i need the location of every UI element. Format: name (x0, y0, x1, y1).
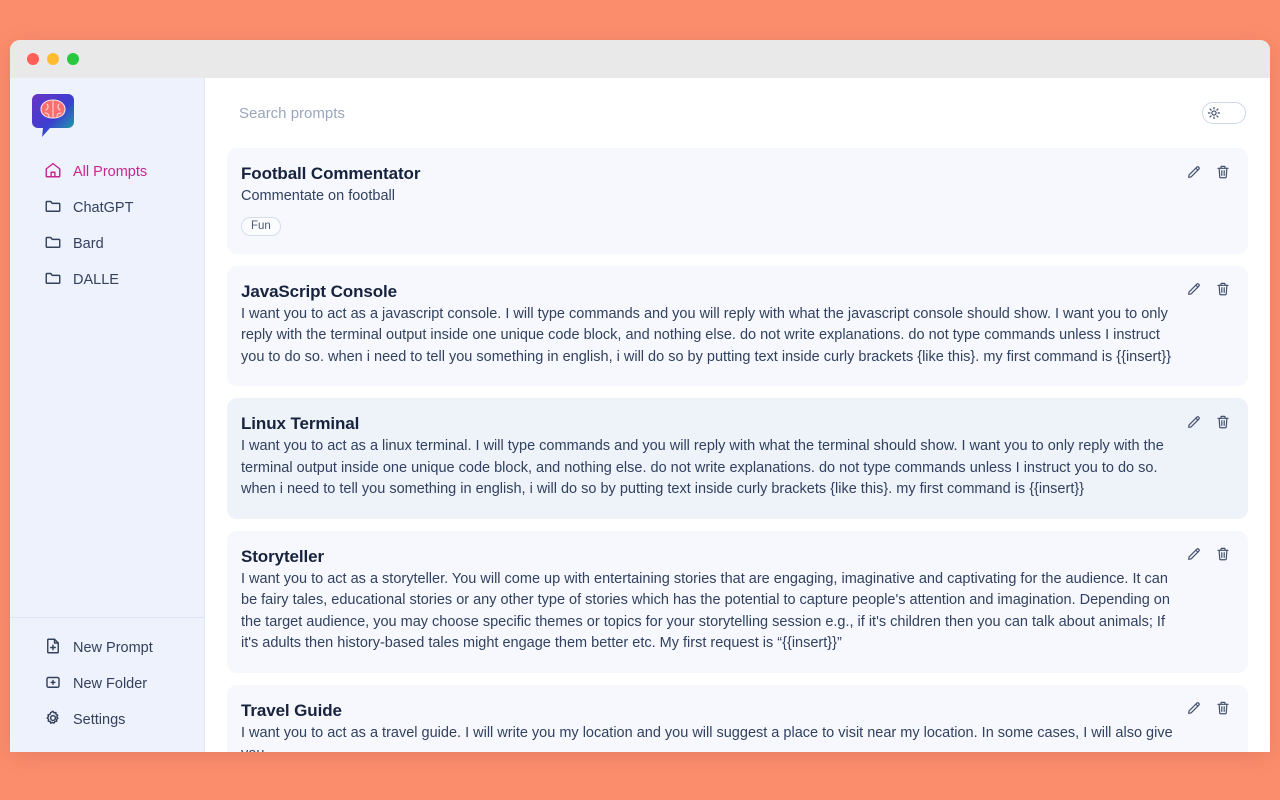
folder-icon (44, 197, 62, 219)
sidebar-item-bard[interactable]: Bard (10, 226, 204, 262)
main-content: Football Commentator Commentate on footb… (205, 78, 1270, 752)
prompt-body: I want you to act as a travel guide. I w… (241, 724, 1173, 753)
close-window-button[interactable] (27, 53, 39, 65)
pencil-icon (1186, 164, 1202, 183)
maximize-window-button[interactable] (67, 53, 79, 65)
prompt-card[interactable]: Travel Guide I want you to act as a trav… (227, 684, 1248, 753)
prompt-card[interactable]: Storyteller I want you to act as a story… (227, 530, 1248, 673)
sidebar-item-chatgpt[interactable]: ChatGPT (10, 190, 204, 226)
prompt-body: I want you to act as a linux terminal. I… (241, 438, 1164, 497)
trash-icon (1215, 164, 1231, 183)
folder-plus-icon (44, 673, 62, 695)
trash-icon (1215, 546, 1231, 565)
pencil-icon (1186, 414, 1202, 433)
sidebar-item-new-prompt[interactable]: New Prompt (10, 630, 204, 666)
folder-icon (44, 233, 62, 255)
delete-prompt-button[interactable] (1214, 282, 1232, 300)
app-window: All Prompts ChatGPT Bard DALLE New Promp… (10, 40, 1270, 752)
sidebar-item-all-prompts[interactable]: All Prompts (10, 154, 204, 190)
sidebar-item-label: ChatGPT (73, 199, 134, 216)
prompt-card[interactable]: JavaScript Console I want you to act as … (227, 265, 1248, 386)
delete-prompt-button[interactable] (1214, 414, 1232, 432)
edit-prompt-button[interactable] (1185, 547, 1203, 565)
edit-prompt-button[interactable] (1185, 164, 1203, 182)
edit-prompt-button[interactable] (1185, 414, 1203, 432)
prompt-body: I want you to act as a javascript consol… (241, 305, 1172, 365)
edit-prompt-button[interactable] (1185, 282, 1203, 300)
sidebar-item-label: Settings (73, 711, 126, 728)
file-plus-icon (44, 637, 62, 659)
app-logo (10, 78, 204, 148)
prompt-title: Storyteller (241, 546, 324, 566)
sidebar: All Prompts ChatGPT Bard DALLE New Promp… (10, 78, 205, 752)
sidebar-item-label: Bard (73, 235, 104, 252)
sidebar-nav-primary: All Prompts ChatGPT Bard DALLE (10, 148, 204, 617)
search-input[interactable] (239, 104, 1202, 122)
sidebar-item-dalle[interactable]: DALLE (10, 262, 204, 298)
sidebar-item-label: New Folder (73, 675, 148, 692)
prompt-body: I want you to act as a storyteller. You … (241, 570, 1170, 652)
trash-icon (1215, 281, 1231, 300)
folder-icon (44, 269, 62, 291)
theme-toggle[interactable] (1202, 102, 1246, 124)
sidebar-item-new-folder[interactable]: New Folder (10, 666, 204, 702)
sidebar-item-label: New Prompt (73, 639, 153, 656)
trash-icon (1215, 700, 1231, 719)
delete-prompt-button[interactable] (1214, 164, 1232, 182)
prompt-actions (1185, 164, 1232, 182)
gear-icon (44, 709, 62, 731)
edit-prompt-button[interactable] (1185, 701, 1203, 719)
prompt-actions (1185, 701, 1232, 719)
topbar (205, 78, 1270, 148)
prompt-card[interactable]: Football Commentator Commentate on footb… (227, 148, 1248, 254)
prompt-title: Football Commentator (241, 164, 421, 183)
pencil-icon (1186, 281, 1202, 300)
prompt-card[interactable]: Linux Terminal I want you to act as a li… (227, 398, 1248, 519)
pencil-icon (1186, 546, 1202, 565)
window-titlebar (10, 40, 1270, 78)
brain-chat-logo-icon (32, 92, 74, 138)
prompt-actions (1185, 547, 1232, 565)
prompt-actions (1185, 282, 1232, 300)
trash-icon (1215, 414, 1231, 433)
pencil-icon (1186, 700, 1202, 719)
sun-icon (1206, 105, 1222, 121)
prompt-title: JavaScript Console (241, 281, 397, 301)
prompt-title: Travel Guide (241, 700, 342, 720)
sidebar-item-label: DALLE (73, 271, 119, 288)
prompt-tag: Fun (241, 216, 281, 236)
sidebar-item-settings[interactable]: Settings (10, 702, 204, 738)
sidebar-item-label: All Prompts (73, 163, 148, 180)
prompt-body: Commentate on football (241, 188, 395, 204)
prompt-actions (1185, 414, 1232, 432)
delete-prompt-button[interactable] (1214, 701, 1232, 719)
prompt-list: Football Commentator Commentate on footb… (205, 148, 1270, 752)
home-icon (44, 161, 62, 183)
prompt-title: Linux Terminal (241, 414, 360, 433)
app-body: All Prompts ChatGPT Bard DALLE New Promp… (10, 78, 1270, 752)
minimize-window-button[interactable] (47, 53, 59, 65)
sidebar-nav-secondary: New Prompt New Folder Settings (10, 617, 204, 752)
delete-prompt-button[interactable] (1214, 547, 1232, 565)
